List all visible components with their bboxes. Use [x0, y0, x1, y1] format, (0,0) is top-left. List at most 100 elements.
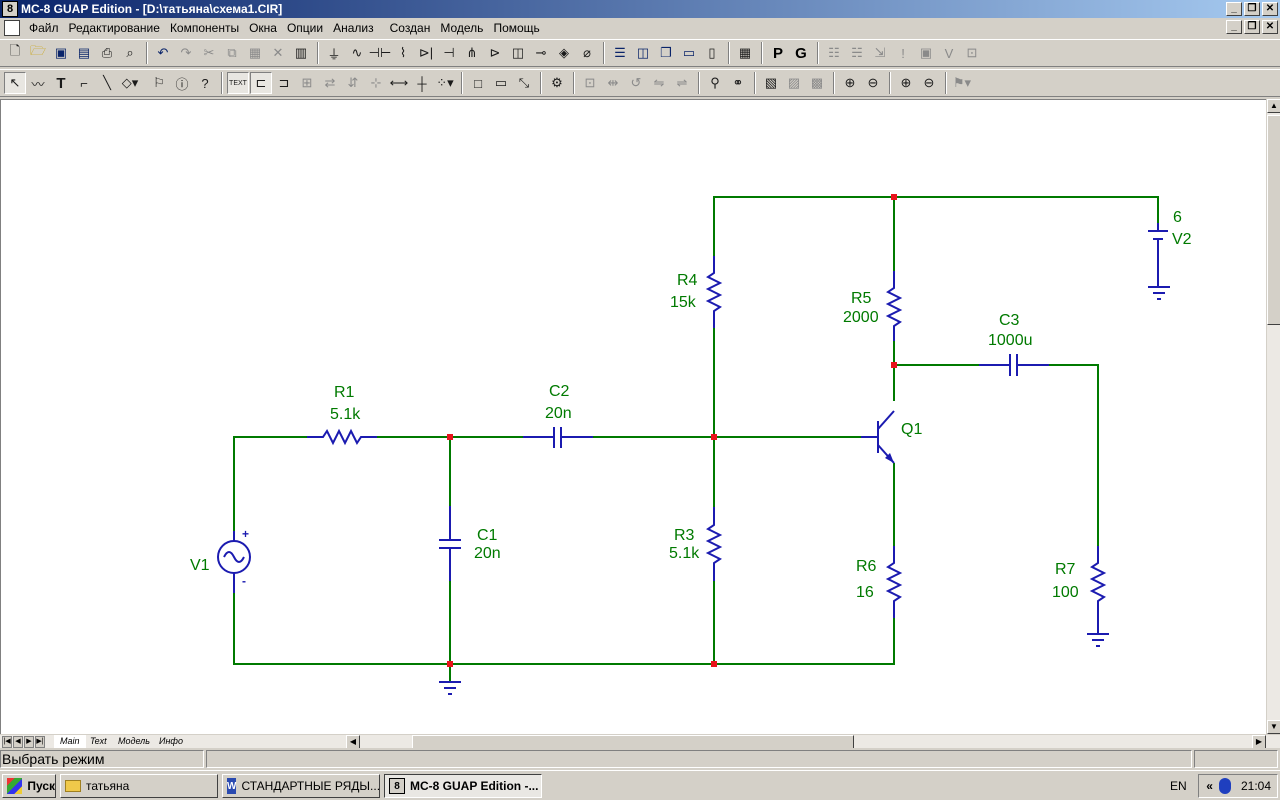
cross-icon[interactable]: ┼ [411, 72, 433, 94]
grid-icon[interactable]: ⊹ [365, 72, 387, 94]
frame-icon[interactable]: ⊡ [961, 42, 983, 64]
capacitor-component-icon[interactable]: ⊣⊢ [369, 42, 392, 64]
g-button[interactable]: G [790, 42, 812, 64]
capacitor-c3[interactable] [979, 354, 1049, 376]
text-toggle-button[interactable]: TEXT [227, 72, 249, 94]
page-remove-icon[interactable]: ⊖ [862, 72, 884, 94]
capacitor-c1[interactable] [439, 506, 461, 581]
p-button[interactable]: P [767, 42, 789, 64]
opamp-component-icon[interactable]: ⊳ [484, 42, 506, 64]
source-component-icon[interactable]: ⌀ [576, 42, 598, 64]
restore-icon[interactable]: ❐ [1244, 2, 1260, 16]
flip-h-icon[interactable]: ⇹ [602, 72, 624, 94]
flip-x-icon[interactable]: ⇋ [648, 72, 670, 94]
resistor-component-icon[interactable]: ∿ [346, 42, 368, 64]
doc-minimize-icon[interactable]: _ [1226, 20, 1242, 34]
scroll-up-icon[interactable]: ▲ [1267, 99, 1280, 113]
flag-dropdown-icon[interactable]: ⚑▾ [951, 72, 973, 94]
menu-components[interactable]: Компоненты [165, 19, 244, 37]
rotate-ccw-icon[interactable]: ↺ [625, 72, 647, 94]
close-icon[interactable]: ✕ [1262, 2, 1278, 16]
prev-sheet-icon[interactable]: ◀ [13, 736, 23, 748]
box-icon[interactable]: □ [467, 72, 489, 94]
menu-edit[interactable]: Редактирование [64, 19, 165, 37]
last-sheet-icon[interactable]: ▶| [35, 736, 45, 748]
vertical-scroll-thumb[interactable] [1267, 115, 1280, 325]
copy-icon[interactable]: ⧉ [221, 42, 243, 64]
save-all-icon[interactable]: ▤ [73, 42, 95, 64]
bluetooth-icon[interactable] [1218, 778, 1231, 794]
select-all-icon[interactable]: ▥ [290, 42, 312, 64]
task-mc8[interactable]: 8 MC-8 GUAP Edition -... [384, 774, 542, 798]
menu-help[interactable]: Помощь [488, 19, 544, 37]
page-add-icon[interactable]: ⊕ [839, 72, 861, 94]
node-number-icon[interactable]: ⊞ [296, 72, 318, 94]
zoom-in-icon[interactable]: ⊕ [895, 72, 917, 94]
window-icon[interactable]: ▭ [678, 42, 700, 64]
line-icon[interactable]: ╲ [96, 72, 118, 94]
cut-icon[interactable]: ✂ [198, 42, 220, 64]
binoculars-icon[interactable]: ⚭ [727, 72, 749, 94]
netlist-icon[interactable]: ☵ [846, 42, 868, 64]
group-icon[interactable]: ⊡ [579, 72, 601, 94]
next-sheet-icon[interactable]: ▶ [24, 736, 34, 748]
model-icon[interactable]: ▣ [915, 42, 937, 64]
doc-close-icon[interactable]: ✕ [1262, 20, 1278, 34]
open-folder-icon[interactable]: 🗁 [27, 42, 49, 64]
task-word[interactable]: W СТАНДАРТНЫЕ РЯДЫ... [222, 774, 380, 798]
tab-text[interactable]: Text [84, 735, 113, 748]
pointer-probe-icon[interactable]: ⤡ [513, 72, 535, 94]
scroll-left-icon[interactable]: ◀ [346, 735, 360, 749]
horizontal-scroll-thumb[interactable] [412, 735, 854, 749]
wire-mode-icon[interactable]: 〰 [27, 72, 49, 94]
schematic-canvas[interactable]: + - R1 5.1k C2 20n R4 15k R5 2000 C3 100… [0, 99, 1266, 734]
send-back-icon[interactable]: ▨ [783, 72, 805, 94]
print-preview-icon[interactable]: ⌕ [119, 42, 141, 64]
npn-component-icon[interactable]: ⋔ [461, 42, 483, 64]
clock[interactable]: 21:04 [1241, 779, 1271, 793]
scroll-down-icon[interactable]: ▼ [1267, 720, 1280, 734]
resistor-r3[interactable] [705, 507, 723, 581]
tile-vertical-icon[interactable]: ◫ [632, 42, 654, 64]
vt-icon[interactable]: V [938, 42, 960, 64]
battery-component-icon[interactable]: ⊣ [438, 42, 460, 64]
pin-icon[interactable]: ⊐ [273, 72, 295, 94]
menu-options[interactable]: Опции [282, 19, 328, 37]
select-mode-icon[interactable]: ↖ [4, 72, 26, 94]
vertical-scrollbar[interactable]: ▲ ▼ [1266, 99, 1280, 735]
info-mode-icon[interactable]: ⓘ [171, 72, 193, 94]
probe-icon[interactable]: ⇲ [869, 42, 891, 64]
resistor-r5[interactable] [885, 271, 903, 341]
schematic-drawing[interactable]: + - R1 5.1k C2 20n R4 15k R5 2000 C3 100… [1, 100, 1267, 735]
menu-file[interactable]: Файл [24, 19, 64, 37]
delete-icon[interactable]: ✕ [267, 42, 289, 64]
cascade-icon[interactable]: ❐ [655, 42, 677, 64]
tab-model[interactable]: Модель [112, 735, 156, 748]
text-mode-icon[interactable]: T [50, 72, 72, 94]
flip-y-icon[interactable]: ⇌ [671, 72, 693, 94]
resistor-r6[interactable] [885, 546, 903, 618]
mirror-icon[interactable]: ⇵ [342, 72, 364, 94]
menu-model[interactable]: Модель [435, 19, 488, 37]
first-sheet-icon[interactable]: |◀ [2, 736, 12, 748]
save-icon[interactable]: ▣ [50, 42, 72, 64]
diode-component-icon[interactable]: ⊳| [415, 42, 437, 64]
transistor-component-icon[interactable]: ◈ [553, 42, 575, 64]
layer-icon[interactable]: ▩ [806, 72, 828, 94]
app-icon[interactable]: 8 [2, 1, 18, 17]
calculator-icon[interactable]: ▦ [734, 42, 756, 64]
task-folder[interactable]: татьяна [60, 774, 218, 798]
zoom-out-icon[interactable]: ⊖ [918, 72, 940, 94]
start-button[interactable]: Пуск [2, 774, 56, 798]
undo-icon[interactable]: ↶ [152, 42, 174, 64]
dots-grid-icon[interactable]: ⁘▾ [434, 72, 456, 94]
capacitor-c2[interactable] [523, 427, 593, 448]
shapes-icon[interactable]: ◇▾ [119, 72, 141, 94]
battery-v2[interactable] [1148, 223, 1170, 300]
tray-expand-icon[interactable]: « [1206, 779, 1213, 793]
horizontal-wire-icon[interactable]: ⟷ [388, 72, 410, 94]
menu-analysis[interactable]: Анализ [328, 19, 379, 37]
properties-icon[interactable]: ⚙ [546, 72, 568, 94]
transistor-q1[interactable] [861, 410, 895, 464]
ortho-wire-icon[interactable]: ⌐ [73, 72, 95, 94]
